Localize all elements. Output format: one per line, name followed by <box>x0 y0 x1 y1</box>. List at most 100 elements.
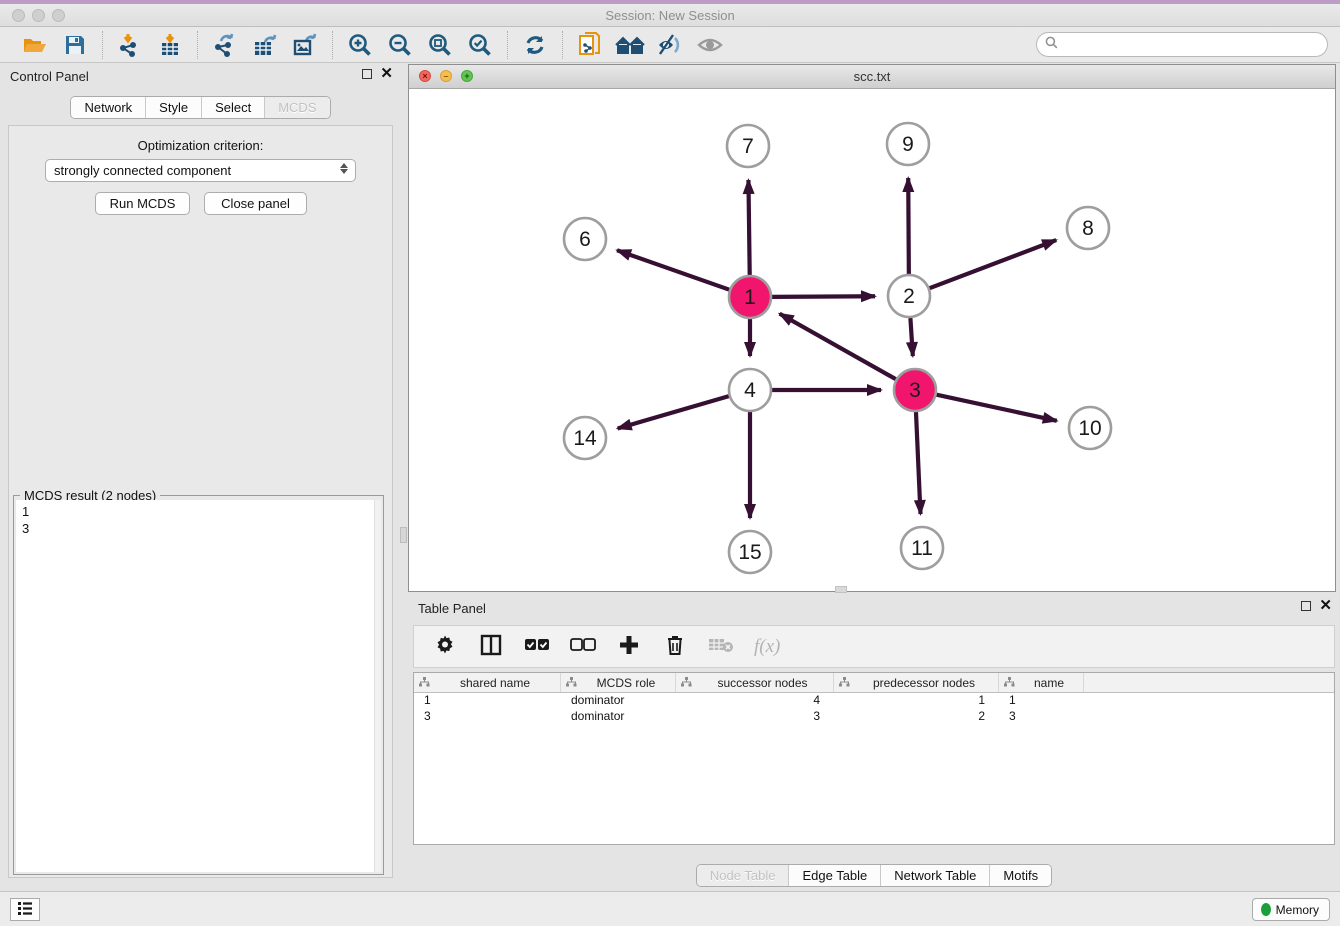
delete-button[interactable] <box>662 634 688 660</box>
column-header-predecessor-nodes[interactable]: predecessor nodes <box>834 673 999 692</box>
node-3[interactable]: 3 <box>894 369 936 411</box>
node-4[interactable]: 4 <box>729 369 771 411</box>
column-header-name[interactable]: name <box>999 673 1084 692</box>
zoom-out-button[interactable] <box>385 31 415 59</box>
node-table[interactable]: shared nameMCDS rolesuccessor nodesprede… <box>413 672 1335 845</box>
svg-text:14: 14 <box>573 427 597 450</box>
table-row[interactable]: 1dominator411 <box>414 693 1334 709</box>
tab-style[interactable]: Style <box>145 97 201 118</box>
float-panel-icon[interactable] <box>362 69 372 79</box>
table-cell[interactable]: 2 <box>834 709 999 725</box>
network-scrollbar-handle[interactable] <box>835 586 847 593</box>
tab-select[interactable]: Select <box>201 97 264 118</box>
node-11[interactable]: 11 <box>901 527 943 569</box>
search-box[interactable] <box>1036 32 1328 57</box>
node-7[interactable]: 7 <box>727 125 769 167</box>
edge-4-14[interactable] <box>618 396 729 428</box>
node-15[interactable]: 15 <box>729 531 771 573</box>
table-tab-network-table[interactable]: Network Table <box>880 865 989 886</box>
vertical-splitter-handle[interactable] <box>400 527 407 543</box>
export-image-button[interactable] <box>290 31 320 59</box>
table-cell[interactable]: dominator <box>561 709 676 725</box>
close-panel-icon[interactable]: ✕ <box>380 69 393 79</box>
node-6[interactable]: 6 <box>564 218 606 260</box>
import-network-button[interactable] <box>115 31 145 59</box>
svg-text:1: 1 <box>744 286 756 309</box>
save-session-button[interactable] <box>60 31 90 59</box>
edge-2-9[interactable] <box>908 178 909 274</box>
mcds-result-textarea[interactable]: 1 3 <box>16 500 381 872</box>
memory-button[interactable]: Memory <box>1252 898 1330 921</box>
add-column-button[interactable] <box>616 634 642 660</box>
table-cell[interactable]: 1 <box>834 693 999 709</box>
node-14[interactable]: 14 <box>564 417 606 459</box>
delete-table-button[interactable] <box>708 634 734 660</box>
table-tab-node-table[interactable]: Node Table <box>697 865 789 886</box>
svg-text:8: 8 <box>1082 217 1094 240</box>
task-history-button[interactable] <box>10 898 40 921</box>
search-input[interactable] <box>1063 36 1327 54</box>
node-1[interactable]: 1 <box>729 276 771 318</box>
table-cell[interactable]: 3 <box>414 709 561 725</box>
select-all-checks-button[interactable] <box>524 634 550 660</box>
clone-network-button[interactable] <box>575 31 605 59</box>
edge-1-7[interactable] <box>748 180 749 275</box>
edge-1-6[interactable] <box>617 250 729 289</box>
close-table-panel-icon[interactable]: ✕ <box>1319 601 1332 611</box>
zoom-selected-button[interactable] <box>465 31 495 59</box>
tab-network[interactable]: Network <box>71 97 145 118</box>
table-cell[interactable]: 3 <box>999 709 1084 725</box>
split-columns-button[interactable] <box>478 634 504 660</box>
node-8[interactable]: 8 <box>1067 207 1109 249</box>
svg-text:3: 3 <box>909 379 921 402</box>
column-header-successor-nodes[interactable]: successor nodes <box>676 673 834 692</box>
import-table-button[interactable] <box>155 31 185 59</box>
table-cell[interactable]: 4 <box>676 693 834 709</box>
open-file-button[interactable] <box>20 31 50 59</box>
visual-properties-button[interactable] <box>655 31 685 59</box>
search-icon <box>1045 36 1058 54</box>
table-cell[interactable]: dominator <box>561 693 676 709</box>
tab-mcds[interactable]: MCDS <box>264 97 329 118</box>
edge-2-8[interactable] <box>930 240 1057 288</box>
table-cell[interactable]: 1 <box>999 693 1084 709</box>
edge-2-3[interactable] <box>910 318 912 356</box>
close-panel-button[interactable]: Close panel <box>204 192 307 215</box>
clear-checks-button[interactable] <box>570 634 596 660</box>
node-9[interactable]: 9 <box>887 123 929 165</box>
node-10[interactable]: 10 <box>1069 407 1111 449</box>
control-panel-title: Control Panel <box>10 69 89 84</box>
gear-button[interactable] <box>432 634 458 660</box>
zoom-in-button[interactable] <box>345 31 375 59</box>
network-canvas[interactable]: 7 9 6 8 1 2 4 3 10 14 15 11 <box>409 89 1335 591</box>
table-row[interactable]: 3dominator323 <box>414 709 1334 725</box>
export-table-button[interactable] <box>250 31 280 59</box>
table-cell[interactable]: 3 <box>676 709 834 725</box>
export-network-button[interactable] <box>210 31 240 59</box>
edge-3-1[interactable] <box>780 314 896 380</box>
table-tab-motifs[interactable]: Motifs <box>989 865 1051 886</box>
zoom-fit-button[interactable] <box>425 31 455 59</box>
float-table-panel-icon[interactable] <box>1301 601 1311 611</box>
function-builder-button[interactable]: f(x) <box>754 636 780 658</box>
column-header-shared-name[interactable]: shared name <box>414 673 561 692</box>
refresh-button[interactable] <box>520 31 550 59</box>
edge-1-2[interactable] <box>772 296 875 297</box>
edge-3-11[interactable] <box>916 412 921 514</box>
show-hide-button[interactable] <box>695 31 725 59</box>
table-cell[interactable]: 1 <box>414 693 561 709</box>
svg-text:10: 10 <box>1078 417 1101 440</box>
mcds-result-scrollbar[interactable] <box>374 500 381 872</box>
optimization-criterion-select[interactable]: strongly connected component <box>45 159 356 182</box>
column-header-MCDS-role[interactable]: MCDS role <box>561 673 676 692</box>
node-2[interactable]: 2 <box>888 275 930 317</box>
home-layout-button[interactable] <box>615 31 645 59</box>
task-list-icon <box>17 901 33 918</box>
run-mcds-button[interactable]: Run MCDS <box>95 192 190 215</box>
network-window-titlebar: × – + scc.txt <box>409 65 1335 89</box>
visual-properties-icon <box>657 34 683 56</box>
edge-3-10[interactable] <box>936 395 1056 421</box>
open-file-icon <box>23 35 47 55</box>
table-tab-edge-table[interactable]: Edge Table <box>788 865 880 886</box>
column-sort-icon <box>414 676 430 690</box>
